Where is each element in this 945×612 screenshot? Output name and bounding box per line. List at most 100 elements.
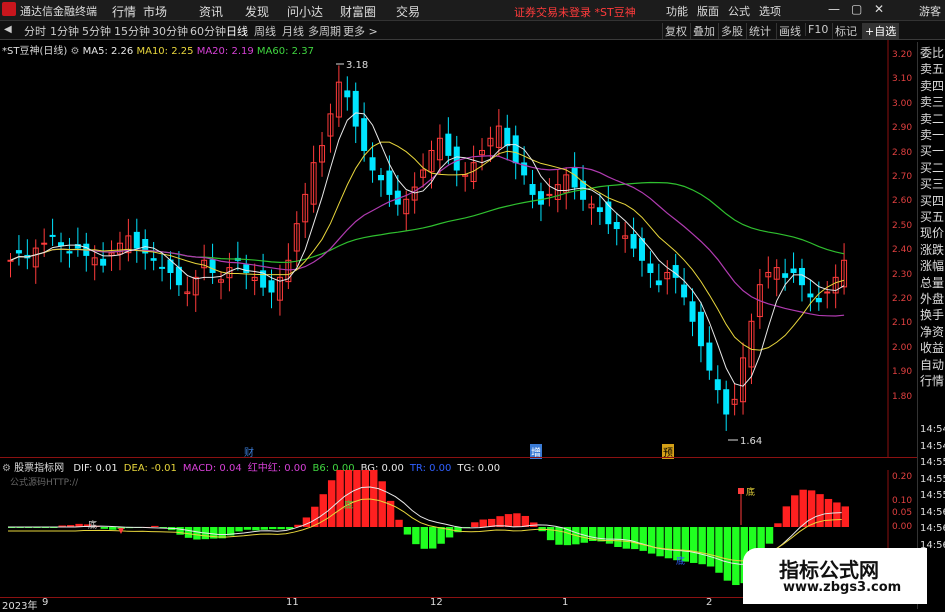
candle <box>7 259 14 262</box>
menu-options[interactable]: 选项 <box>759 3 781 19</box>
add-watchlist-button[interactable]: +自选 <box>862 23 900 39</box>
kline-chart[interactable]: 3.18 1.64 <box>0 40 917 458</box>
quote-item: 涨跌 <box>920 242 945 257</box>
period-1min[interactable]: 1分钟 <box>50 23 79 39</box>
close-icon[interactable]: ✕ <box>874 2 884 16</box>
macd-bar <box>807 490 816 527</box>
period-monthly[interactable]: 月线 <box>282 23 304 39</box>
macd-bar <box>252 527 260 531</box>
date-nov: 11 <box>286 597 299 608</box>
candle <box>571 167 578 188</box>
menu-news[interactable]: 资讯 <box>199 3 223 20</box>
period-15min[interactable]: 15分钟 <box>114 23 150 39</box>
macd-bar <box>176 527 184 535</box>
date-feb: 2 <box>706 597 713 608</box>
quote-item: 卖一 <box>920 128 945 142</box>
menu-quotes[interactable]: 行情 <box>112 3 136 20</box>
price-tick: 2.50 <box>892 220 913 231</box>
macd-bar <box>791 495 799 527</box>
quote-item: 换手 <box>920 308 945 323</box>
menu-fortune[interactable]: 财富圈 <box>340 3 376 20</box>
bottom-label-2: 底 <box>344 499 353 511</box>
candle <box>58 242 65 247</box>
guest-label[interactable]: 游客 <box>919 3 941 19</box>
period-5min[interactable]: 5分钟 <box>82 23 111 39</box>
macd-tick-3: 0.05 <box>892 508 913 518</box>
price-tick: 3.20 <box>892 50 913 60</box>
macd-bar <box>471 522 479 527</box>
tick-time: 14:55 <box>920 457 945 468</box>
title-bar: 通达信金融终端 行情 市场 资讯 发现 问小达 财富圈 交易 证券交易未登录 *… <box>0 0 945 21</box>
price-tick: 1.90 <box>892 367 913 378</box>
multi-stock-button[interactable]: 多股 <box>718 23 745 39</box>
quote-item: 卖四 <box>920 78 945 93</box>
low-price-label: 1.64 <box>740 436 762 447</box>
macd-bar <box>765 527 774 544</box>
macd-bar <box>555 527 563 545</box>
period-multi[interactable]: 多周期 <box>308 23 341 39</box>
candle <box>49 234 56 237</box>
candle <box>798 267 805 286</box>
quote-item[interactable]: 行情 <box>920 374 944 389</box>
statistics-button[interactable]: 统计 <box>746 23 773 39</box>
period-60min[interactable]: 60分钟 <box>190 23 226 39</box>
quote-item[interactable]: 自动 <box>920 358 944 373</box>
macd-bar <box>504 514 513 527</box>
candle <box>655 280 662 286</box>
candle <box>697 311 704 347</box>
candle <box>596 207 603 212</box>
quote-item: 净资 <box>920 324 945 339</box>
candle <box>445 133 452 156</box>
bottom-label-3: 底 <box>88 519 97 531</box>
candle <box>824 291 831 294</box>
period-30min[interactable]: 30分钟 <box>152 23 188 39</box>
macd-bar <box>597 527 605 542</box>
macd-bar <box>631 527 639 550</box>
price-tick: 2.20 <box>892 294 913 304</box>
f10-button[interactable]: F10 <box>805 23 830 36</box>
menu-wenxiaoda[interactable]: 问小达 <box>287 3 323 20</box>
macd-bar <box>479 519 487 527</box>
menu-formula[interactable]: 公式 <box>728 3 750 19</box>
menu-layout[interactable]: 版面 <box>697 3 719 19</box>
period-weekly[interactable]: 周线 <box>254 23 276 39</box>
price-tick: 2.00 <box>892 342 913 353</box>
date-year: 2023年 <box>2 601 38 612</box>
macd-bar <box>277 527 285 530</box>
tick-time: 14:54 <box>920 424 945 435</box>
macd-bar <box>647 527 656 554</box>
candle <box>41 242 48 245</box>
minimize-icon[interactable]: — <box>828 2 840 16</box>
watermark-box: 指标公式网 www.zbgs3.com <box>743 548 927 604</box>
login-notice[interactable]: 证券交易未登录 *ST豆神 <box>514 4 636 20</box>
candle <box>15 250 22 254</box>
menu-discover[interactable]: 发现 <box>245 3 269 20</box>
period-daily[interactable]: 日线 <box>226 23 248 39</box>
quote-item: 买二 <box>920 160 945 175</box>
candle <box>369 157 376 171</box>
restore-icon[interactable]: ▢ <box>851 2 862 16</box>
restore-rights-button[interactable]: 复权 <box>662 23 689 39</box>
candle <box>66 251 73 254</box>
period-more[interactable]: 更多 > <box>343 23 378 39</box>
period-fenshi[interactable]: 分时 <box>24 23 46 39</box>
macd-bar <box>833 502 841 527</box>
watermark-url: www.zbgs3.com <box>783 580 902 595</box>
period-toolbar: ◀ 分时 1分钟 5分钟 15分钟 30分钟 60分钟 日线 周线 月线 多周期… <box>0 21 945 40</box>
candle <box>175 266 182 286</box>
mark-button[interactable]: 标记 <box>832 23 859 39</box>
tick-time: 14:56 <box>920 523 945 534</box>
macd-bar <box>546 527 555 541</box>
price-tick: 2.70 <box>892 172 913 182</box>
draw-line-button[interactable]: 画线 <box>776 23 803 39</box>
back-icon[interactable]: ◀ <box>4 24 12 35</box>
macd-tick-2: 0.10 <box>892 496 913 506</box>
menu-function[interactable]: 功能 <box>666 3 688 19</box>
menu-market[interactable]: 市场 <box>143 3 167 20</box>
quote-item: 涨幅 <box>920 259 945 274</box>
overlay-button[interactable]: 叠加 <box>690 23 717 39</box>
price-tick: 2.10 <box>892 318 913 329</box>
menu-trade[interactable]: 交易 <box>396 3 420 20</box>
candle <box>344 90 351 98</box>
macd-bar <box>327 480 336 527</box>
